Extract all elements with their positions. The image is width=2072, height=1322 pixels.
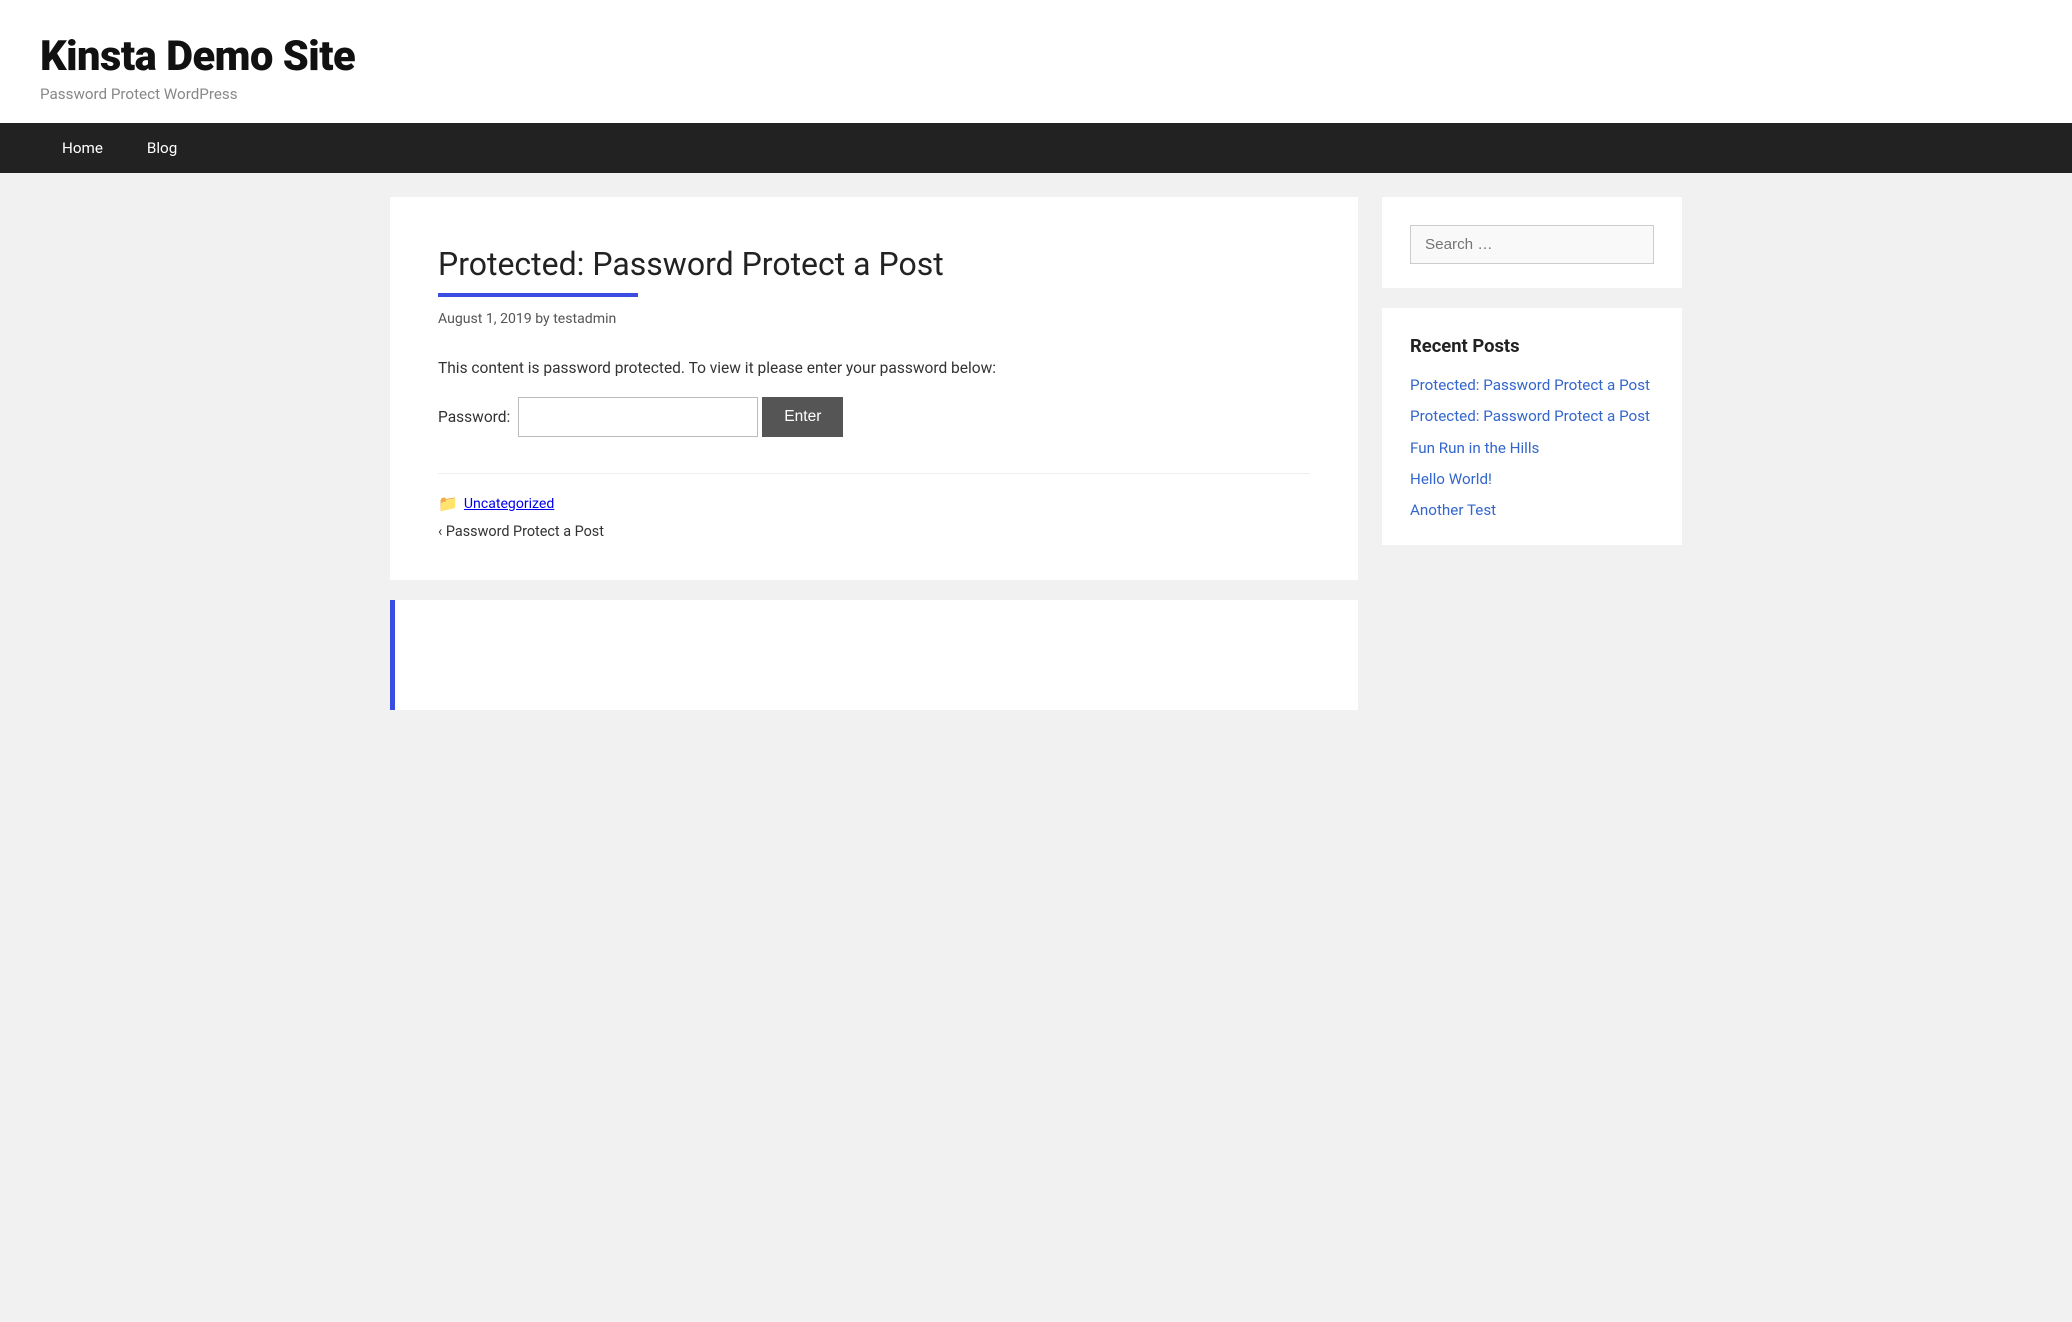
post-navigation: ‹ Password Protect a Post xyxy=(438,523,1310,540)
nav-item-blog[interactable]: Blog xyxy=(125,123,199,173)
list-item: Protected: Password Protect a Post xyxy=(1410,375,1654,396)
second-card xyxy=(390,600,1358,710)
post-meta: August 1, 2019 by testadmin xyxy=(438,311,1310,327)
search-widget xyxy=(1382,197,1682,288)
prev-arrow: ‹ xyxy=(438,523,446,540)
recent-post-link-5[interactable]: Another Test xyxy=(1410,501,1496,519)
post-card: Protected: Password Protect a Post Augus… xyxy=(390,197,1358,580)
password-notice: This content is password protected. To v… xyxy=(438,359,1310,377)
recent-posts-title: Recent Posts xyxy=(1410,336,1654,357)
site-title: Kinsta Demo Site xyxy=(40,32,2032,81)
recent-post-link-2[interactable]: Protected: Password Protect a Post xyxy=(1410,407,1650,425)
category-link[interactable]: Uncategorized xyxy=(464,496,554,512)
search-input[interactable] xyxy=(1410,225,1654,264)
list-item: Another Test xyxy=(1410,500,1654,521)
post-categories: 📁 Uncategorized xyxy=(438,494,1310,513)
recent-posts-widget: Recent Posts Protected: Password Protect… xyxy=(1382,308,1682,545)
recent-post-link-4[interactable]: Hello World! xyxy=(1410,470,1492,488)
password-label: Password: xyxy=(438,408,510,426)
folder-icon: 📁 xyxy=(438,494,458,513)
prev-post-link[interactable]: Password Protect a Post xyxy=(446,523,604,540)
recent-post-link-1[interactable]: Protected: Password Protect a Post xyxy=(1410,376,1650,394)
list-item: Hello World! xyxy=(1410,469,1654,490)
nav-item-home[interactable]: Home xyxy=(40,123,125,173)
main-nav: Home Blog xyxy=(0,123,2072,173)
site-header: Kinsta Demo Site Password Protect WordPr… xyxy=(0,0,2072,123)
nav-link-blog[interactable]: Blog xyxy=(125,123,199,173)
main-content: Protected: Password Protect a Post Augus… xyxy=(390,197,1358,710)
password-form-row: Password: Enter xyxy=(438,397,1310,437)
recent-posts-list: Protected: Password Protect a Post Prote… xyxy=(1410,375,1654,521)
password-input[interactable] xyxy=(518,397,758,437)
list-item: Fun Run in the Hills xyxy=(1410,438,1654,459)
post-title: Protected: Password Protect a Post xyxy=(438,245,1310,283)
sidebar: Recent Posts Protected: Password Protect… xyxy=(1382,197,1682,545)
enter-button[interactable]: Enter xyxy=(762,397,843,437)
page-wrapper: Protected: Password Protect a Post Augus… xyxy=(366,173,1706,734)
site-tagline: Password Protect WordPress xyxy=(40,85,2032,103)
post-footer: 📁 Uncategorized ‹ Password Protect a Pos… xyxy=(438,473,1310,540)
nav-link-home[interactable]: Home xyxy=(40,123,125,173)
recent-post-link-3[interactable]: Fun Run in the Hills xyxy=(1410,439,1539,457)
list-item: Protected: Password Protect a Post xyxy=(1410,406,1654,427)
post-title-underline xyxy=(438,293,638,297)
